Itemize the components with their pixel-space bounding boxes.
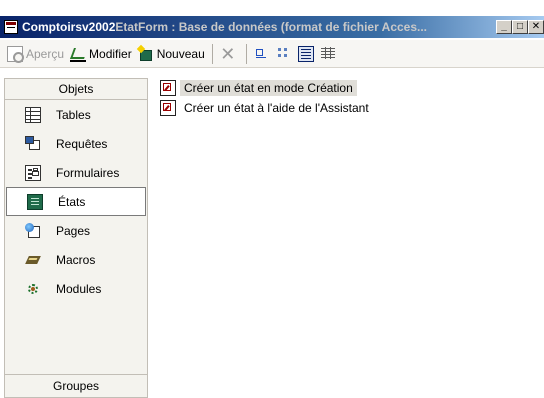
preview-button[interactable]: Aperçu bbox=[4, 43, 67, 65]
report-icon bbox=[27, 193, 43, 210]
database-window-icon[interactable] bbox=[4, 20, 18, 34]
sidebar-item-queries[interactable]: Requêtes bbox=[5, 129, 147, 158]
objects-header[interactable]: Objets bbox=[5, 79, 147, 100]
list-view-icon[interactable] bbox=[297, 45, 314, 62]
query-icon bbox=[25, 135, 41, 152]
window-title-rest: EtatForm : Base de données (format de fi… bbox=[115, 20, 428, 34]
delete-button[interactable]: ✕ bbox=[217, 43, 242, 65]
maximize-button[interactable]: □ bbox=[512, 20, 528, 34]
table-icon bbox=[25, 106, 41, 123]
sidebar-item-label: Macros bbox=[56, 252, 96, 267]
groups-header[interactable]: Groupes bbox=[5, 374, 147, 397]
sidebar-item-macros[interactable]: Macros bbox=[5, 245, 147, 274]
small-icons-view-icon[interactable] bbox=[276, 46, 292, 62]
sidebar-item-label: Requêtes bbox=[56, 136, 108, 151]
new-button[interactable]: Nouveau bbox=[135, 43, 208, 65]
sidebar-item-forms[interactable]: Formulaires bbox=[5, 158, 147, 187]
design-icon bbox=[70, 46, 87, 62]
details-view-icon[interactable] bbox=[320, 46, 336, 62]
sidebar-item-label: Tables bbox=[56, 107, 91, 122]
form-icon bbox=[25, 164, 41, 181]
modify-label: Modifier bbox=[89, 46, 132, 61]
modify-button[interactable]: Modifier bbox=[67, 43, 135, 65]
new-report-icon bbox=[138, 46, 154, 62]
sidebar-item-tables[interactable]: Tables bbox=[5, 100, 147, 129]
window-buttons: _ □ ✕ bbox=[496, 20, 544, 34]
new-label: Nouveau bbox=[156, 46, 205, 61]
module-icon bbox=[25, 281, 41, 297]
list-item[interactable]: Créer un état à l'aide de l'Assistant bbox=[156, 98, 544, 118]
sidebar-item-label: États bbox=[58, 194, 86, 209]
sidebar-item-label: Formulaires bbox=[56, 165, 120, 180]
window-title-first: Comptoirsv2002 bbox=[22, 20, 116, 34]
objects-list: Tables Requêtes Formulaires États Pages … bbox=[5, 100, 147, 303]
sidebar-item-modules[interactable]: Modules bbox=[5, 274, 147, 303]
list-item-label: Créer un état en mode Création bbox=[180, 80, 357, 96]
create-report-icon bbox=[160, 100, 176, 116]
sidebar-item-label: Pages bbox=[56, 223, 91, 238]
toolbar: Aperçu Modifier Nouveau ✕ bbox=[0, 40, 544, 68]
sidebar-item-label: Modules bbox=[56, 281, 102, 296]
sidebar-item-pages[interactable]: Pages bbox=[5, 216, 147, 245]
close-button[interactable]: ✕ bbox=[528, 20, 544, 34]
toolbar-separator bbox=[245, 43, 247, 64]
window-title: Comptoirsv2002EtatForm : Base de données… bbox=[22, 20, 492, 34]
preview-label: Aperçu bbox=[26, 46, 65, 61]
large-icons-view-icon[interactable] bbox=[254, 46, 270, 62]
toolbar-separator bbox=[211, 43, 213, 64]
minimize-button[interactable]: _ bbox=[496, 20, 512, 34]
delete-icon: ✕ bbox=[220, 43, 236, 64]
sidebar-item-reports[interactable]: États bbox=[6, 187, 146, 216]
objects-panel: Objets Tables Requêtes Formulaires États… bbox=[4, 78, 148, 398]
list-item[interactable]: Créer un état en mode Création bbox=[156, 78, 544, 98]
objects-content-list: Créer un état en mode Création Créer un … bbox=[156, 78, 544, 398]
list-item-label: Créer un état à l'aide de l'Assistant bbox=[184, 101, 369, 115]
macro-icon bbox=[25, 252, 41, 268]
preview-icon bbox=[7, 45, 24, 63]
title-bar[interactable]: Comptoirsv2002EtatForm : Base de données… bbox=[0, 16, 544, 38]
page-icon bbox=[25, 222, 41, 239]
create-report-icon bbox=[160, 80, 176, 96]
